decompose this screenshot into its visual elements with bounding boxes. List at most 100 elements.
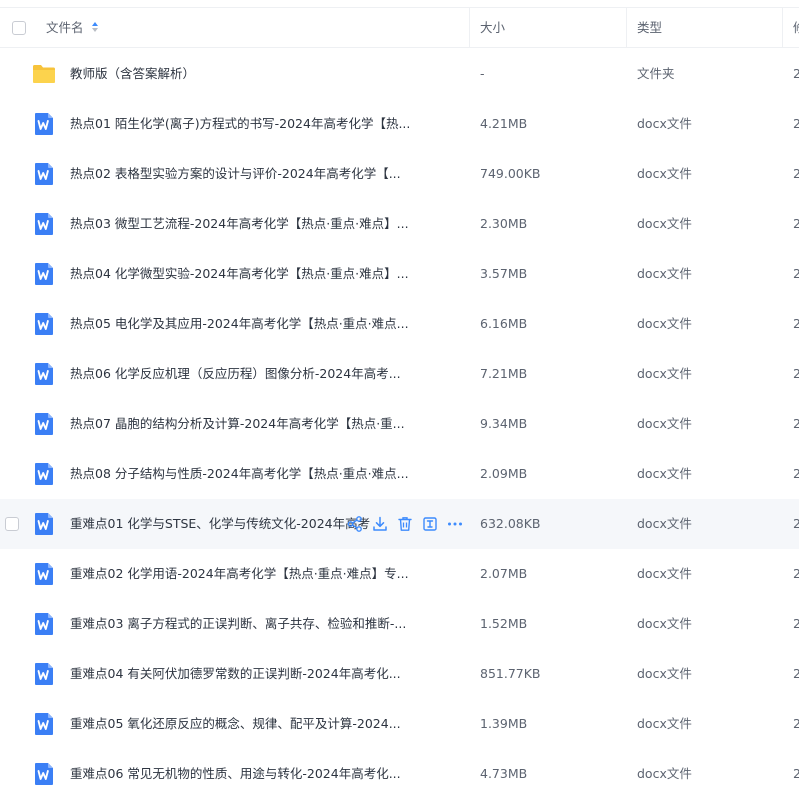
table-row[interactable]: 热点01 陌生化学(离子)方程式的书写-2024年高考化学【热... 4.21MB… bbox=[0, 99, 799, 149]
file-type: docx文件 bbox=[637, 666, 692, 681]
column-header-size-label: 大小 bbox=[480, 20, 506, 35]
rename-icon[interactable] bbox=[421, 515, 439, 533]
row-checkbox[interactable] bbox=[5, 517, 19, 531]
table-row[interactable]: 重难点05 氧化还原反应的概念、规律、配平及计算-2024... 1.39MB do… bbox=[0, 699, 799, 749]
word-doc-icon bbox=[33, 262, 55, 286]
file-name[interactable]: 热点07 晶胞的结构分析及计算-2024年高考化学【热点·重... bbox=[70, 399, 405, 449]
column-header-modified-label: 修 bbox=[793, 20, 799, 35]
file-name[interactable]: 教师版（含答案解析） bbox=[70, 49, 195, 99]
file-size: 2.30MB bbox=[480, 216, 528, 231]
column-header-type-label: 类型 bbox=[637, 20, 663, 35]
file-name[interactable]: 重难点04 有关阿伏加德罗常数的正误判断-2024年高考化... bbox=[70, 649, 401, 699]
file-modified: 2 bbox=[793, 166, 799, 181]
file-name[interactable]: 重难点02 化学用语-2024年高考化学【热点·重点·难点】专... bbox=[70, 549, 409, 599]
file-size: 851.77KB bbox=[480, 666, 541, 681]
file-size: 632.08KB bbox=[480, 516, 541, 531]
table-row[interactable]: 热点04 化学微型实验-2024年高考化学【热点·重点·难点】... 3.57MB… bbox=[0, 249, 799, 299]
file-size: 2.07MB bbox=[480, 566, 528, 581]
table-row[interactable]: 重难点06 常见无机物的性质、用途与转化-2024年高考化... 4.73MB do… bbox=[0, 749, 799, 799]
table-row[interactable]: 重难点03 离子方程式的正误判断、离子共存、检验和推断-... 1.52MB doc… bbox=[0, 599, 799, 649]
file-modified: 2 bbox=[793, 516, 799, 531]
file-name[interactable]: 热点05 电化学及其应用-2024年高考化学【热点·重点·难点... bbox=[70, 299, 409, 349]
word-doc-icon bbox=[33, 512, 55, 536]
word-doc-icon bbox=[33, 212, 55, 236]
word-doc-icon bbox=[33, 712, 55, 736]
table-row[interactable]: 热点06 化学反应机理（反应历程）图像分析-2024年高考... 7.21MB do… bbox=[0, 349, 799, 399]
file-modified: 2 bbox=[793, 316, 799, 331]
word-doc-icon bbox=[33, 612, 55, 636]
file-type: docx文件 bbox=[637, 716, 692, 731]
more-icon[interactable] bbox=[446, 515, 464, 533]
word-doc-icon bbox=[33, 312, 55, 336]
word-doc-icon bbox=[33, 462, 55, 486]
column-header-name-label: 文件名 bbox=[46, 20, 84, 35]
file-modified: 2 bbox=[793, 466, 799, 481]
file-name[interactable]: 热点02 表格型实验方案的设计与评价-2024年高考化学【... bbox=[70, 149, 401, 199]
table-row[interactable]: 热点07 晶胞的结构分析及计算-2024年高考化学【热点·重... 9.34MB d… bbox=[0, 399, 799, 449]
file-modified: 2 bbox=[793, 566, 799, 581]
table-row[interactable]: 热点08 分子结构与性质-2024年高考化学【热点·重点·难点... 2.09MB… bbox=[0, 449, 799, 499]
file-type: 文件夹 bbox=[637, 66, 675, 81]
table-row[interactable]: 重难点01 化学与STSE、化学与传统文化-2024年高考 632.08KB doc… bbox=[0, 499, 799, 549]
file-name[interactable]: 重难点05 氧化还原反应的概念、规律、配平及计算-2024... bbox=[70, 699, 401, 749]
file-modified: 2 bbox=[793, 616, 799, 631]
file-name[interactable]: 热点01 陌生化学(离子)方程式的书写-2024年高考化学【热... bbox=[70, 99, 410, 149]
delete-icon[interactable] bbox=[396, 515, 414, 533]
file-modified: 2 bbox=[793, 216, 799, 231]
word-doc-icon bbox=[33, 362, 55, 386]
column-header-size[interactable]: 大小 bbox=[480, 8, 505, 48]
table-row[interactable]: 教师版（含答案解析） - 文件夹 2 bbox=[0, 49, 799, 99]
file-type: docx文件 bbox=[637, 416, 692, 431]
file-name[interactable]: 重难点03 离子方程式的正误判断、离子共存、检验和推断-... bbox=[70, 599, 406, 649]
file-modified: 2 bbox=[793, 416, 799, 431]
word-doc-icon bbox=[33, 662, 55, 686]
folder-icon bbox=[33, 65, 55, 83]
word-doc-icon bbox=[33, 162, 55, 186]
file-size: 7.21MB bbox=[480, 366, 528, 381]
file-type: docx文件 bbox=[637, 516, 692, 531]
column-header-name[interactable]: 文件名 bbox=[46, 8, 84, 48]
file-size: 9.34MB bbox=[480, 416, 528, 431]
select-all-checkbox[interactable] bbox=[12, 21, 26, 35]
share-icon[interactable] bbox=[346, 515, 364, 533]
word-doc-icon bbox=[33, 762, 55, 786]
file-name[interactable]: 重难点06 常见无机物的性质、用途与转化-2024年高考化... bbox=[70, 749, 401, 799]
column-header-modified[interactable]: 修 bbox=[793, 8, 799, 48]
file-modified: 2 bbox=[793, 666, 799, 681]
download-icon[interactable] bbox=[371, 515, 389, 533]
file-type: docx文件 bbox=[637, 616, 692, 631]
file-modified: 2 bbox=[793, 366, 799, 381]
column-header-type[interactable]: 类型 bbox=[637, 8, 662, 48]
file-name[interactable]: 热点03 微型工艺流程-2024年高考化学【热点·重点·难点】... bbox=[70, 199, 409, 249]
table-row[interactable]: 重难点02 化学用语-2024年高考化学【热点·重点·难点】专... 2.07MB… bbox=[0, 549, 799, 599]
file-name[interactable]: 重难点01 化学与STSE、化学与传统文化-2024年高考 bbox=[70, 499, 370, 549]
file-type: docx文件 bbox=[637, 266, 692, 281]
table-header: 文件名 大小 类型 修 bbox=[0, 7, 799, 48]
word-doc-icon bbox=[33, 412, 55, 436]
file-type: docx文件 bbox=[637, 166, 692, 181]
file-modified: 2 bbox=[793, 766, 799, 781]
file-size: - bbox=[480, 66, 485, 81]
file-type: docx文件 bbox=[637, 116, 692, 131]
file-size: 6.16MB bbox=[480, 316, 528, 331]
file-name[interactable]: 热点08 分子结构与性质-2024年高考化学【热点·重点·难点... bbox=[70, 449, 409, 499]
file-size: 2.09MB bbox=[480, 466, 528, 481]
table-row[interactable]: 热点02 表格型实验方案的设计与评价-2024年高考化学【... 749.00KB… bbox=[0, 149, 799, 199]
file-type: docx文件 bbox=[637, 766, 692, 781]
table-row[interactable]: 热点03 微型工艺流程-2024年高考化学【热点·重点·难点】... 2.30MB… bbox=[0, 199, 799, 249]
table-row[interactable]: 重难点04 有关阿伏加德罗常数的正误判断-2024年高考化... 851.77KB… bbox=[0, 649, 799, 699]
table-row[interactable]: 热点05 电化学及其应用-2024年高考化学【热点·重点·难点... 6.16MB… bbox=[0, 299, 799, 349]
file-modified: 2 bbox=[793, 116, 799, 131]
word-doc-icon bbox=[33, 562, 55, 586]
file-name[interactable]: 热点04 化学微型实验-2024年高考化学【热点·重点·难点】... bbox=[70, 249, 409, 299]
file-size: 4.21MB bbox=[480, 116, 528, 131]
file-type: docx文件 bbox=[637, 316, 692, 331]
sort-icon[interactable] bbox=[92, 22, 100, 34]
word-doc-icon bbox=[33, 112, 55, 136]
file-modified: 2 bbox=[793, 66, 799, 81]
file-size: 3.57MB bbox=[480, 266, 528, 281]
file-size: 1.39MB bbox=[480, 716, 528, 731]
file-name[interactable]: 热点06 化学反应机理（反应历程）图像分析-2024年高考... bbox=[70, 349, 401, 399]
file-modified: 2 bbox=[793, 266, 799, 281]
file-type: docx文件 bbox=[637, 466, 692, 481]
